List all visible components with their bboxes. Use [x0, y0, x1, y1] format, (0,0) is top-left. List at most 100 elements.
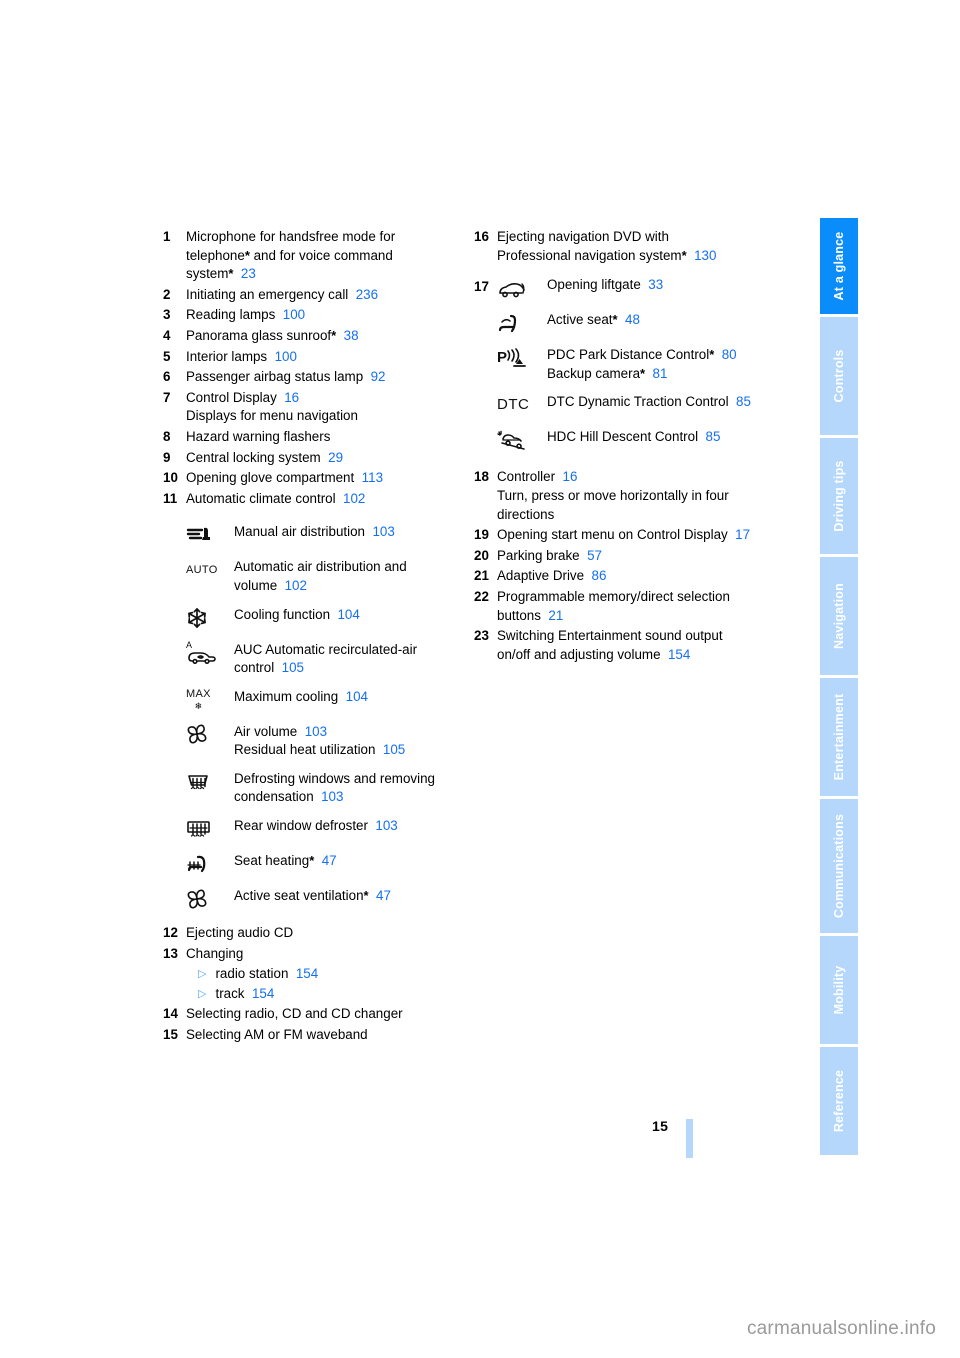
- item-line: Automatic climate control 102: [186, 490, 463, 509]
- line-text: Active seat: [547, 312, 613, 328]
- icon-item-line: Opening liftgate 33: [547, 276, 784, 295]
- page-reference[interactable]: 130: [687, 248, 716, 263]
- page-reference[interactable]: 38: [336, 328, 359, 343]
- page-reference[interactable]: 21: [541, 608, 563, 623]
- page-reference[interactable]: 29: [321, 450, 343, 465]
- item-line: buttons 21: [497, 607, 784, 626]
- item-text: Ejecting navigation DVD with Professional…: [497, 228, 784, 265]
- numbered-item: 12 Ejecting audio CD: [163, 924, 463, 943]
- item-text: Programmable memory/direct selection butt…: [497, 588, 784, 625]
- item-number: 14: [163, 1006, 178, 1022]
- page-reference[interactable]: 48: [618, 312, 640, 327]
- page-reference[interactable]: 154: [245, 986, 274, 1001]
- line-text: Manual air distribution: [234, 524, 365, 540]
- page-reference[interactable]: 16: [555, 469, 578, 484]
- item-line: Switching Entertainment sound output: [497, 627, 784, 646]
- manual-page: At a glance Controls Driving tips Navigatio…: [0, 0, 960, 1358]
- line-text: control: [234, 660, 275, 676]
- page-reference[interactable]: 104: [330, 607, 359, 622]
- icon-item-line: AUC Automatic recirculated-air: [234, 641, 463, 660]
- bullet-text: track 154: [215, 985, 274, 1004]
- icon-item-text: Active seat ventilation* 47: [234, 886, 463, 906]
- section-tab-mobility[interactable]: Mobility: [820, 935, 858, 1044]
- line-text: Air volume: [234, 723, 298, 739]
- page-reference[interactable]: 17: [728, 527, 750, 542]
- icon-item-text: Manual air distribution 103: [234, 522, 463, 542]
- hdc-hill-descent-icon: [497, 427, 547, 453]
- page-reference[interactable]: 113: [354, 470, 383, 485]
- page-reference[interactable]: 100: [275, 307, 305, 322]
- page-reference[interactable]: 80: [714, 347, 737, 362]
- line-text: Central locking system: [186, 449, 321, 465]
- page-reference[interactable]: 103: [297, 724, 327, 739]
- item-line: telephone* and for voice command: [186, 247, 463, 266]
- fan-icon: [186, 722, 234, 748]
- section-tab-entertainment[interactable]: Entertainment: [820, 678, 858, 797]
- icon-item-text: HDC Hill Descent Control 85: [547, 427, 784, 447]
- numbered-item: 13 Changing: [163, 945, 463, 964]
- icon-item-text: PDC Park Distance Control* 80 Backup came…: [547, 345, 784, 383]
- icon-item: A AUC Automatic recirculated-air control …: [186, 640, 463, 678]
- section-tab-navigation[interactable]: Navigation: [820, 557, 858, 676]
- page-reference[interactable]: 102: [277, 578, 307, 593]
- section-tab-reference[interactable]: Reference: [820, 1046, 858, 1155]
- item-line: Passenger airbag status lamp 92: [186, 368, 463, 387]
- numbered-item: 22 Programmable memory/direct selection bu…: [474, 588, 784, 625]
- line-text: radio station: [215, 966, 289, 982]
- page-reference[interactable]: 85: [698, 429, 721, 444]
- section-tab-driving-tips[interactable]: Driving tips: [820, 438, 858, 555]
- icon-item: P PDC Park Distance Control* 80 Backup ca…: [497, 345, 784, 383]
- auto-label: AUTO: [186, 564, 218, 577]
- page-reference[interactable]: 16: [277, 390, 299, 405]
- auc-recirculated-air-icon: A: [186, 640, 234, 666]
- section-tab-label: Entertainment: [832, 693, 846, 781]
- page-reference[interactable]: 105: [274, 660, 304, 675]
- page-reference[interactable]: 47: [369, 888, 391, 903]
- icon-item-line: Air volume 103: [234, 723, 463, 742]
- page-reference[interactable]: 105: [375, 742, 405, 757]
- line-text: Selecting AM or FM waveband: [186, 1026, 368, 1042]
- item-number: 15: [163, 1026, 178, 1042]
- line-text: system: [186, 266, 229, 282]
- line-text: Active seat ventilation: [234, 888, 364, 904]
- page-reference[interactable]: 33: [641, 277, 663, 292]
- page-reference[interactable]: 154: [288, 966, 318, 981]
- page-reference[interactable]: 103: [368, 818, 397, 833]
- page-reference[interactable]: 85: [729, 394, 751, 409]
- numbered-item: 2 Initiating an emergency call 236: [163, 286, 463, 305]
- item-text: Opening start menu on Control Display 17: [497, 526, 784, 545]
- item-number: 19: [474, 527, 489, 543]
- item-number: 22: [474, 588, 489, 604]
- svg-text:A: A: [186, 640, 192, 650]
- page-reference[interactable]: 102: [336, 491, 365, 506]
- page-reference[interactable]: 86: [584, 568, 607, 583]
- page-reference[interactable]: 92: [363, 369, 386, 384]
- section-tab-communications[interactable]: Communications: [820, 799, 858, 933]
- icon-item-line: Manual air distribution 103: [234, 523, 463, 542]
- page-reference[interactable]: 103: [365, 524, 394, 539]
- page-reference[interactable]: 81: [645, 366, 668, 381]
- page-reference[interactable]: 103: [314, 789, 343, 804]
- page-reference[interactable]: 23: [233, 266, 256, 281]
- page-reference[interactable]: 104: [338, 689, 368, 704]
- numbered-item: 7 Control Display 16 Displays for menu nav…: [163, 389, 463, 426]
- item-text: Changing: [186, 945, 463, 964]
- numbered-item: 18 Controller 16 Turn, press or move horiz…: [474, 468, 784, 524]
- icon-item-line: Residual heat utilization 105: [234, 741, 463, 760]
- page-reference[interactable]: 47: [314, 853, 337, 868]
- page-reference[interactable]: 57: [580, 548, 602, 563]
- item-text: Selecting radio, CD and CD changer: [186, 1005, 463, 1024]
- section-tab-at-a-glance[interactable]: At a glance: [820, 218, 858, 315]
- item-text: Interior lamps 100: [186, 348, 463, 367]
- line-text: Backup camera: [547, 365, 641, 381]
- page-reference[interactable]: 236: [348, 287, 378, 302]
- section-tab-controls[interactable]: Controls: [820, 317, 858, 436]
- icon-item-line: Automatic air distribution and: [234, 558, 463, 577]
- line-text: Opening glove compartment: [186, 470, 355, 486]
- item-text: Selecting AM or FM waveband: [186, 1026, 463, 1045]
- line-text: PDC Park Distance Control: [547, 347, 710, 363]
- page-reference[interactable]: 100: [267, 349, 297, 364]
- icon-item: Seat heating* 47: [186, 851, 463, 877]
- item-line: directions: [497, 506, 784, 525]
- page-reference[interactable]: 154: [661, 647, 690, 662]
